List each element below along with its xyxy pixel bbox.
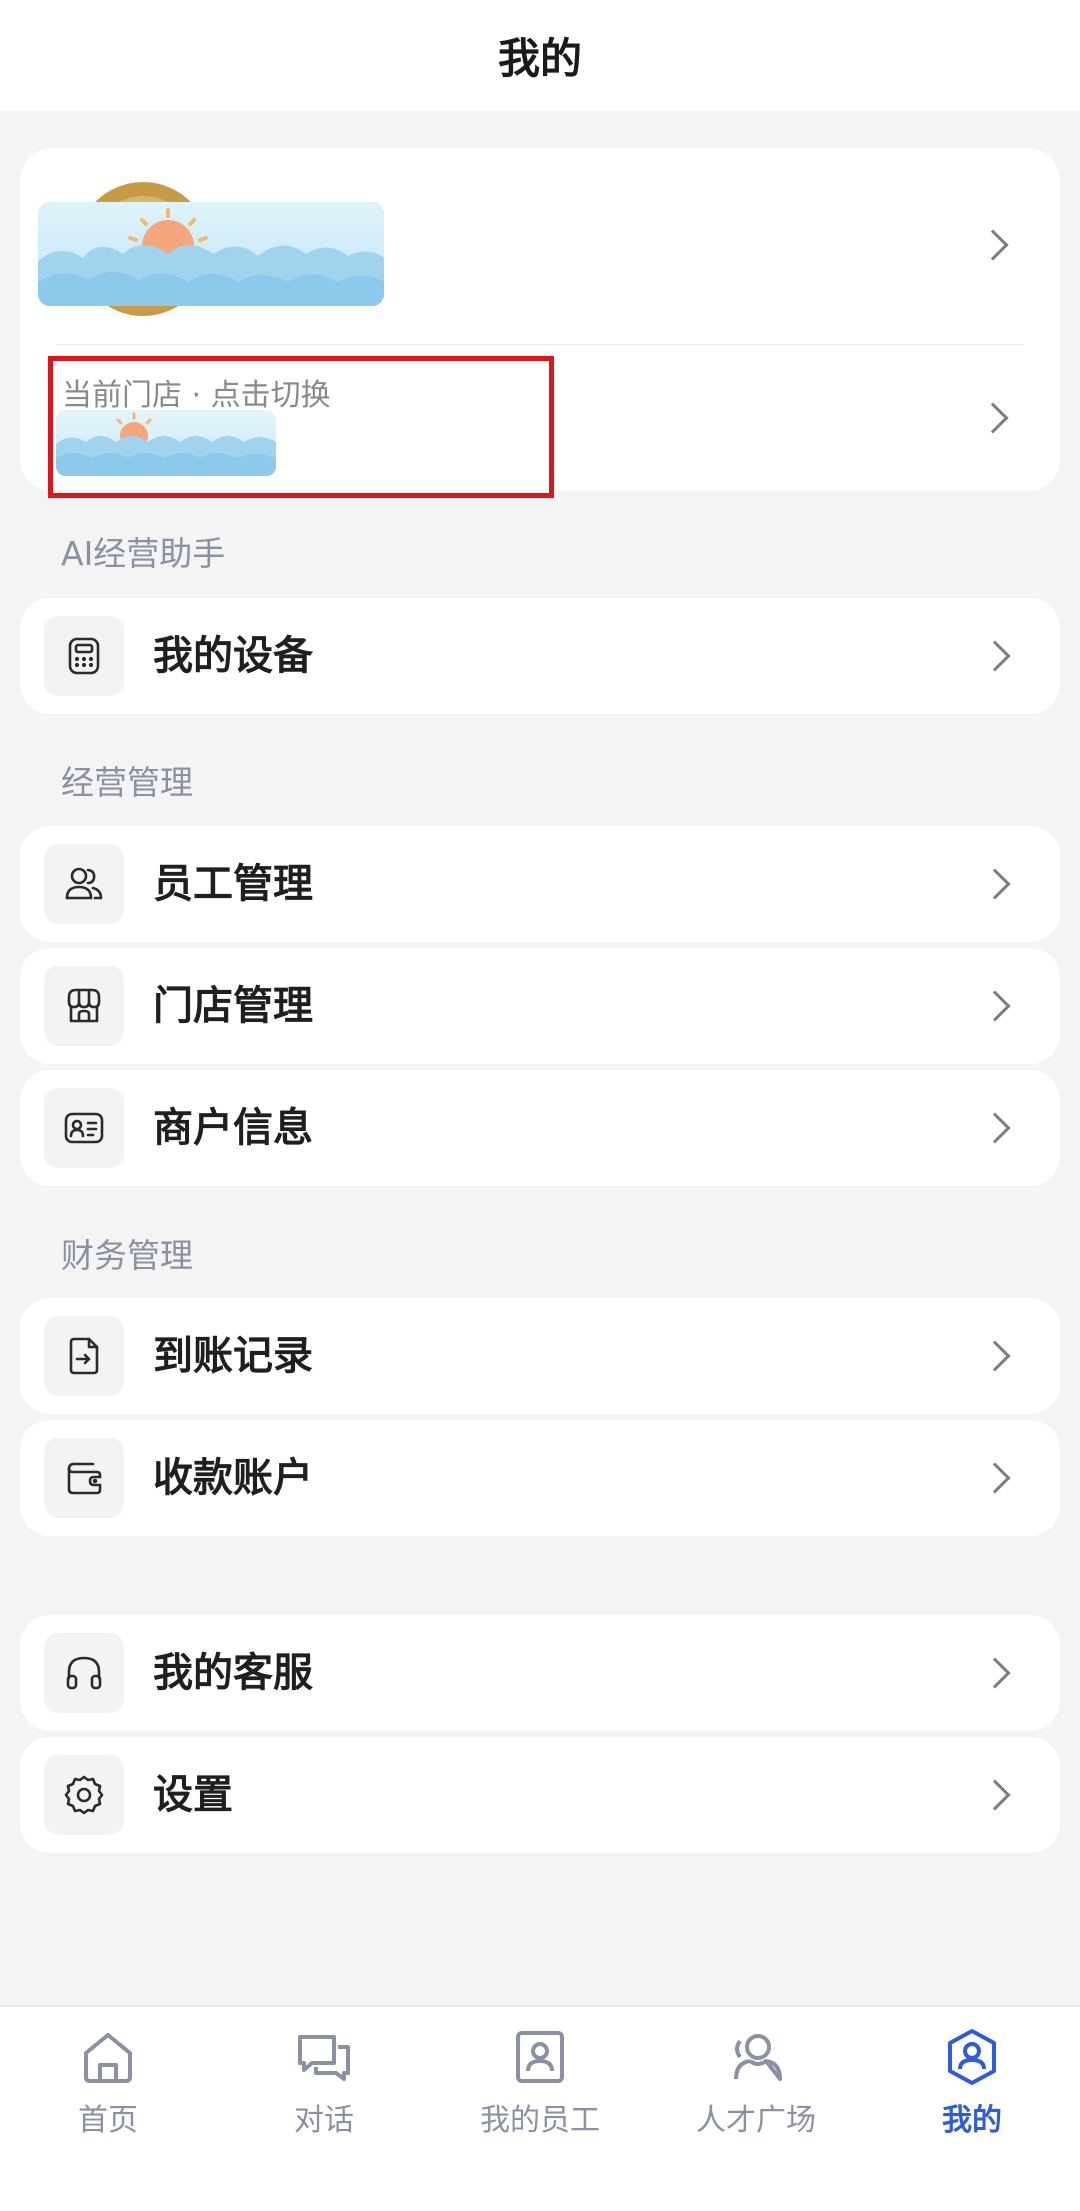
row-label: 设置	[153, 1772, 233, 1818]
row-label: 到账记录	[153, 1333, 313, 1379]
nav-profile[interactable]: 我的	[864, 2007, 1080, 2157]
staff-icon	[44, 844, 124, 924]
row-label: 收款账户	[153, 1455, 313, 1501]
device-icon	[44, 616, 124, 696]
chevron-right-icon	[979, 1779, 1011, 1811]
chevron-right-icon	[979, 990, 1011, 1022]
profile-page: 我的 当前门店 · 点击切换 AI经营助手 我的设备 经营管理 员工管理 门店管…	[0, 0, 1080, 2211]
section-label-ops: 经营管理	[61, 763, 193, 802]
row-receipt-records[interactable]: 到账记录	[20, 1298, 1060, 1414]
row-store-management[interactable]: 门店管理	[20, 948, 1060, 1064]
row-label: 门店管理	[153, 983, 313, 1029]
receipt-icon	[44, 1316, 124, 1396]
home-icon	[84, 2033, 132, 2083]
id-card-icon	[44, 1088, 124, 1168]
nav-my-employees[interactable]: 我的员工	[432, 2007, 648, 2157]
chevron-right-icon	[979, 1462, 1011, 1494]
redaction-sticker	[38, 202, 384, 306]
annotation-highlight-box	[48, 356, 554, 498]
page-title: 我的	[497, 34, 582, 83]
chevron-right-icon	[977, 229, 1009, 261]
employee-icon	[516, 2031, 564, 2083]
nav-home[interactable]: 首页	[0, 2007, 216, 2157]
row-staff-management[interactable]: 员工管理	[20, 826, 1060, 942]
section-label-finance: 财务管理	[61, 1236, 193, 1275]
section-label-ai: AI经营助手	[61, 534, 226, 573]
talent-icon	[734, 2034, 782, 2081]
profile-card: 当前门店 · 点击切换	[20, 148, 1060, 498]
wallet-icon	[44, 1438, 124, 1518]
nav-label: 首页	[78, 2103, 138, 2138]
row-label: 我的客服	[153, 1650, 313, 1696]
top-bar: 我的	[0, 0, 1080, 111]
row-label: 商户信息	[153, 1105, 313, 1151]
nav-label: 对话	[294, 2103, 354, 2138]
nav-label: 人才广场	[696, 2103, 816, 2138]
nav-talent-plaza[interactable]: 人才广场	[648, 2007, 864, 2157]
chevron-right-icon	[979, 1112, 1011, 1144]
nav-label: 我的员工	[480, 2103, 600, 2138]
store-icon	[44, 966, 124, 1046]
chevron-right-icon	[977, 402, 1009, 434]
headset-icon	[44, 1633, 124, 1713]
gear-icon	[44, 1755, 124, 1835]
row-label: 我的设备	[153, 633, 313, 679]
profile-icon	[948, 2029, 996, 2085]
nav-label: 我的	[942, 2103, 1002, 2138]
row-label: 员工管理	[153, 861, 313, 907]
chevron-right-icon	[979, 640, 1011, 672]
row-my-device[interactable]: 我的设备	[20, 598, 1060, 714]
chevron-right-icon	[979, 868, 1011, 900]
row-merchant-info[interactable]: 商户信息	[20, 1070, 1060, 1186]
bottom-nav: 首页 对话 我的员工 人才广场 我的	[0, 2005, 1080, 2211]
chevron-right-icon	[979, 1340, 1011, 1372]
chevron-right-icon	[979, 1657, 1011, 1689]
row-settings[interactable]: 设置	[20, 1737, 1060, 1853]
account-row[interactable]	[20, 148, 1060, 344]
nav-chat[interactable]: 对话	[216, 2007, 432, 2157]
row-customer-service[interactable]: 我的客服	[20, 1615, 1060, 1731]
row-payment-account[interactable]: 收款账户	[20, 1420, 1060, 1536]
chat-icon	[298, 2035, 350, 2081]
